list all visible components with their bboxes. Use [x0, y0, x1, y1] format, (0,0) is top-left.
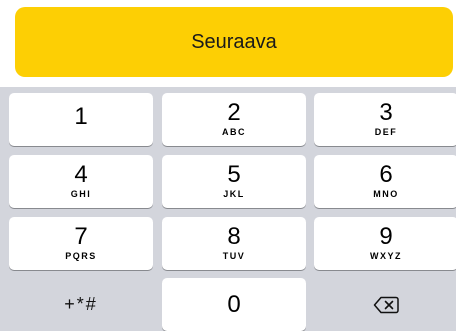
- key-1[interactable]: 1: [9, 93, 153, 146]
- key-letters: WXYZ: [370, 251, 402, 261]
- key-digit: 6: [379, 161, 393, 188]
- key-4[interactable]: 4 GHI: [9, 155, 153, 208]
- key-letters: JKL: [223, 189, 245, 199]
- symbols-key-label: +*#: [64, 294, 98, 314]
- key-digit: 5: [227, 161, 241, 188]
- key-digit: 9: [379, 223, 393, 250]
- key-digit: 8: [227, 223, 241, 250]
- backspace-icon: [373, 296, 399, 313]
- key-letters: MNO: [373, 189, 399, 199]
- key-digit: 0: [227, 290, 241, 318]
- key-digit: 4: [74, 161, 88, 188]
- key-letters: TUV: [222, 251, 246, 261]
- key-0[interactable]: 0: [162, 278, 306, 331]
- key-6[interactable]: 6 MNO: [314, 155, 456, 208]
- numeric-keypad: 1 2 ABC 3 DEF 4 GHI 5 JKL 6 MNO 7 PQRS 8…: [0, 87, 456, 331]
- key-2[interactable]: 2 ABC: [162, 93, 306, 146]
- key-9[interactable]: 9 WXYZ: [314, 217, 456, 270]
- key-digit: 1: [74, 102, 88, 130]
- key-digit: 2: [227, 99, 241, 126]
- key-letters: PQRS: [65, 251, 97, 261]
- backspace-key[interactable]: [314, 278, 456, 331]
- key-7[interactable]: 7 PQRS: [9, 217, 153, 270]
- key-3[interactable]: 3 DEF: [314, 93, 456, 146]
- symbols-key[interactable]: +*#: [9, 278, 153, 331]
- key-letters: GHI: [70, 189, 92, 199]
- key-digit: 3: [379, 99, 393, 126]
- next-button-label: Seuraava: [191, 30, 277, 53]
- key-letters: DEF: [374, 127, 398, 137]
- key-digit: 7: [74, 223, 88, 250]
- next-button[interactable]: Seuraava: [15, 7, 453, 77]
- key-letters: ABC: [222, 127, 246, 137]
- key-5[interactable]: 5 JKL: [162, 155, 306, 208]
- key-8[interactable]: 8 TUV: [162, 217, 306, 270]
